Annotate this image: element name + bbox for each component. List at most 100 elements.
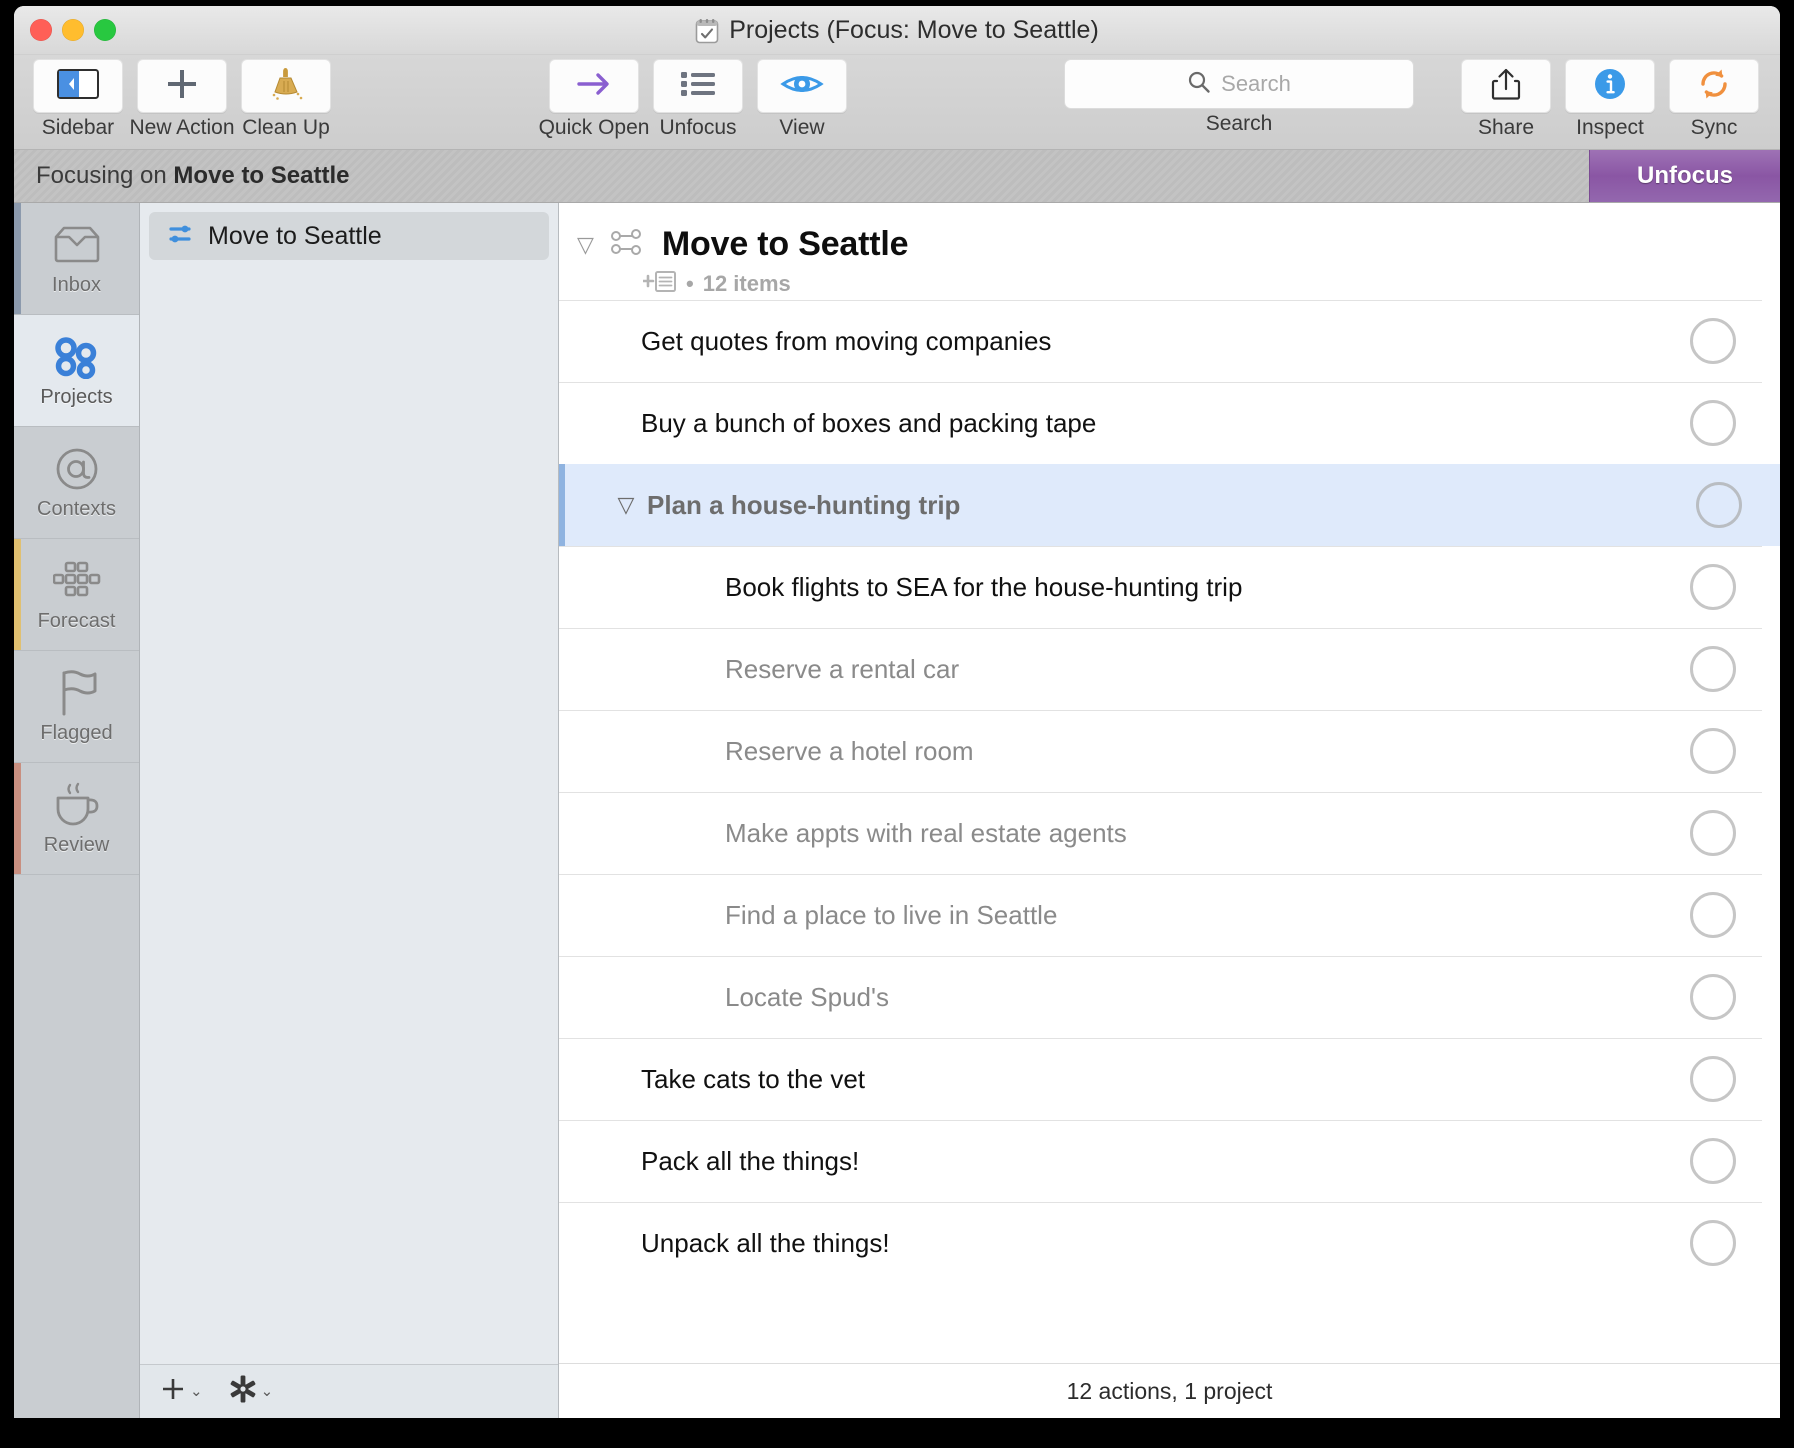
task-checkbox[interactable]	[1690, 974, 1736, 1020]
arrow-right-icon	[573, 68, 615, 105]
outline-status-bar: 12 actions, 1 project	[559, 1363, 1780, 1418]
parallel-project-icon	[166, 223, 194, 250]
row-separator	[559, 1202, 1762, 1203]
toolbar-item-share[interactable]: Share	[1454, 55, 1558, 140]
toolbar-item-quick-open[interactable]: Quick Open	[539, 55, 649, 140]
project-list-item[interactable]: Move to Seattle	[149, 212, 549, 260]
add-note-icon[interactable]	[641, 268, 677, 300]
toolbar-item-unfocus[interactable]: Unfocus	[646, 55, 750, 140]
toolbar-label-inspect: Inspect	[1576, 116, 1644, 139]
task-checkbox[interactable]	[1690, 810, 1736, 856]
task-title: Find a place to live in Seattle	[725, 899, 1058, 930]
sidebar-item-label-forecast: Forecast	[37, 610, 116, 632]
project-list: Move to Seattle	[140, 203, 558, 1364]
gear-icon	[229, 1375, 257, 1408]
toolbar-item-view[interactable]: View	[750, 55, 854, 140]
toolbar-label-sidebar: Sidebar	[41, 116, 115, 139]
toolbar-label-clean-up: Clean Up	[242, 116, 330, 139]
window-titlebar: Projects (Focus: Move to Seattle)	[14, 6, 1780, 55]
inbox-tray-icon	[52, 220, 102, 270]
sidebar-button[interactable]	[33, 59, 123, 113]
toolbar-item-clean-up[interactable]: Clean Up	[234, 55, 338, 140]
sidebar-item-forecast[interactable]: Forecast	[14, 539, 139, 651]
sidebar-item-flagged[interactable]: Flagged	[14, 651, 139, 763]
sync-refresh-icon	[1696, 66, 1732, 107]
task-row[interactable]: Locate Spud's	[559, 956, 1780, 1038]
outline-item-count: 12 items	[702, 271, 791, 296]
sidebar-filler	[14, 875, 139, 1418]
outline-project-title: Move to Seattle	[661, 225, 909, 263]
task-row[interactable]: Book flights to SEA for the house-huntin…	[559, 546, 1780, 628]
sidebar-accent-forecast	[14, 539, 21, 650]
task-row[interactable]: Find a place to live in Seattle	[559, 874, 1780, 956]
view-button[interactable]	[757, 59, 847, 113]
at-sign-icon	[53, 444, 101, 494]
task-checkbox[interactable]	[1690, 564, 1736, 610]
task-title: Get quotes from moving companies	[641, 325, 1052, 356]
project-action-menu-button[interactable]: ⌄	[229, 1375, 273, 1408]
toolbar-right-group: Share Inspect Sync	[1454, 55, 1766, 140]
sidebar-item-review[interactable]: Review	[14, 763, 139, 875]
plus-icon	[160, 1376, 186, 1407]
task-checkbox[interactable]	[1696, 482, 1742, 528]
row-separator	[559, 1120, 1762, 1121]
toolbar-label-sync: Sync	[1690, 116, 1738, 139]
task-row[interactable]: Buy a bunch of boxes and packing tape	[559, 382, 1780, 464]
sidebar-item-label-contexts: Contexts	[37, 498, 116, 520]
chevron-down-icon: ⌄	[190, 1383, 203, 1400]
sidebar-item-contexts[interactable]: Contexts	[14, 427, 139, 539]
task-row[interactable]: Make appts with real estate agents	[559, 792, 1780, 874]
task-checkbox[interactable]	[1690, 1138, 1736, 1184]
window-title-area: Projects (Focus: Move to Seattle)	[14, 16, 1780, 45]
omnifocus-document-icon	[695, 18, 719, 44]
share-button[interactable]	[1461, 59, 1551, 113]
sidebar-item-projects[interactable]: Projects	[14, 315, 139, 427]
focus-target: Move to Seattle	[173, 162, 350, 189]
toolbar-item-sidebar[interactable]: Sidebar	[26, 55, 130, 140]
add-project-menu-button[interactable]: ⌄	[160, 1376, 203, 1407]
row-separator	[559, 546, 1762, 547]
task-checkbox[interactable]	[1690, 1056, 1736, 1102]
row-separator	[559, 792, 1762, 793]
task-row[interactable]: Reserve a hotel room	[559, 710, 1780, 792]
share-icon	[1491, 67, 1521, 106]
task-row-group-selected[interactable]: ▽ Plan a house-hunting trip	[559, 464, 1780, 546]
projects-dots-icon	[53, 332, 101, 382]
task-checkbox[interactable]	[1690, 1220, 1736, 1266]
eye-icon	[780, 69, 824, 104]
toolbar-label-search: Search	[1205, 112, 1273, 135]
toolbar-left-group: Sidebar New Action Clean Up	[26, 55, 338, 140]
task-row[interactable]: Unpack all the things!	[559, 1202, 1780, 1284]
new-action-button[interactable]	[137, 59, 227, 113]
toolbar-item-inspect[interactable]: Inspect	[1558, 55, 1662, 140]
unfocus-button[interactable]: Unfocus	[1589, 150, 1780, 202]
task-checkbox[interactable]	[1690, 646, 1736, 692]
toolbar-label-share: Share	[1477, 116, 1535, 139]
task-row[interactable]: Get quotes from moving companies	[559, 300, 1780, 382]
task-title: Unpack all the things!	[641, 1227, 890, 1258]
outline-header-meta: • 12 items	[559, 268, 1780, 300]
toolbar-label-quick-open: Quick Open	[538, 116, 650, 139]
clean-up-button[interactable]	[241, 59, 331, 113]
sync-button[interactable]	[1669, 59, 1759, 113]
toolbar-label-view: View	[779, 116, 825, 139]
inspect-button[interactable]	[1565, 59, 1655, 113]
task-checkbox[interactable]	[1690, 318, 1736, 364]
task-row[interactable]: Reserve a rental car	[559, 628, 1780, 710]
task-checkbox[interactable]	[1690, 728, 1736, 774]
toolbar-item-new-action[interactable]: New Action	[129, 55, 235, 140]
row-separator	[559, 874, 1762, 875]
unfocus-toolbar-button[interactable]	[653, 59, 743, 113]
sidebar-item-inbox[interactable]: Inbox	[14, 203, 139, 315]
chevron-down-icon[interactable]: ▽	[577, 233, 594, 256]
task-checkbox[interactable]	[1690, 892, 1736, 938]
task-row[interactable]: Take cats to the vet	[559, 1038, 1780, 1120]
quick-open-button[interactable]	[549, 59, 639, 113]
chevron-down-icon[interactable]: ▽	[613, 492, 639, 518]
meta-bullet: •	[686, 271, 694, 296]
toolbar-item-sync[interactable]: Sync	[1662, 55, 1766, 140]
search-input[interactable]: Search	[1064, 59, 1414, 109]
task-row[interactable]: Pack all the things!	[559, 1120, 1780, 1202]
task-checkbox[interactable]	[1690, 400, 1736, 446]
focus-prefix: Focusing on	[36, 162, 174, 189]
